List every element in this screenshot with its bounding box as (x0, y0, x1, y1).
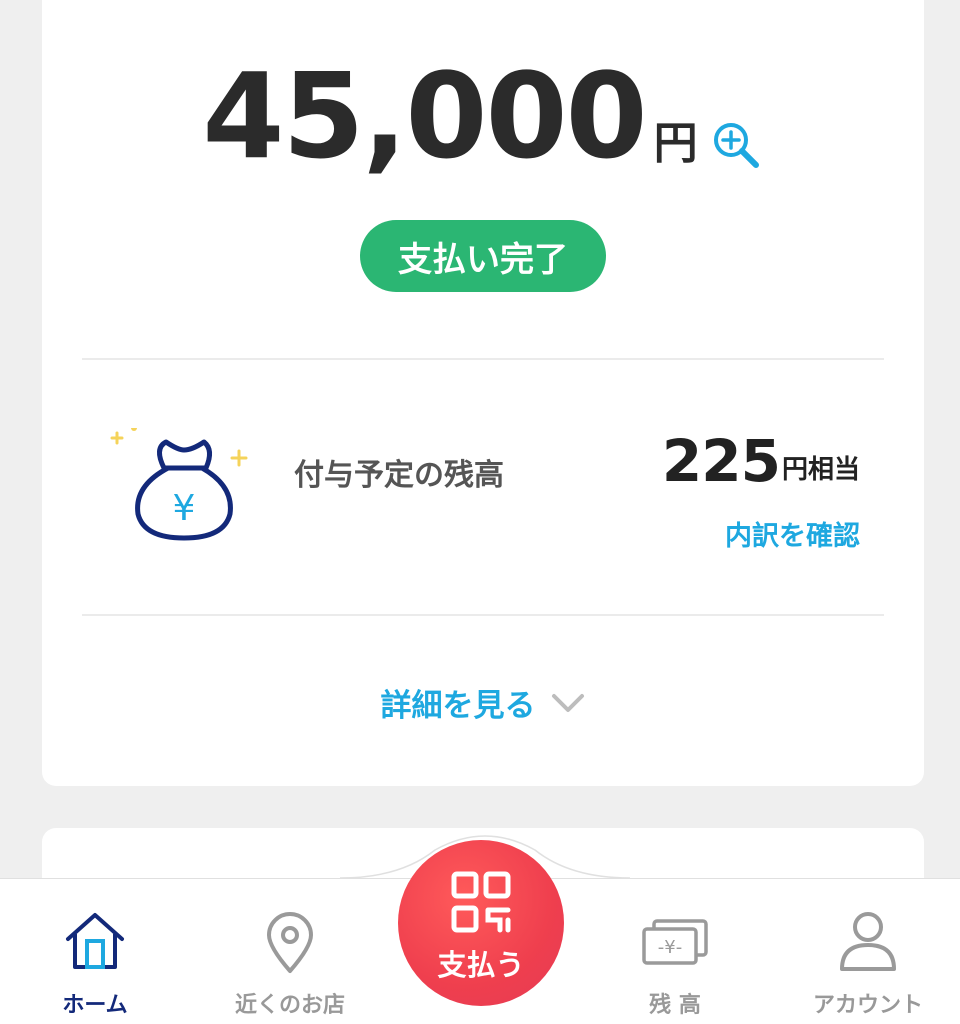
divider (82, 614, 884, 616)
svg-text:-¥-: -¥- (658, 937, 682, 958)
amount-row: 45,000 円 (42, 57, 924, 175)
qr-code-icon (451, 871, 511, 933)
points-value: 225 (661, 427, 781, 495)
user-icon (840, 912, 896, 971)
breakdown-link[interactable]: 内訳を確認 (725, 514, 860, 553)
points-label: 付与予定の残高 (294, 458, 504, 493)
pay-button[interactable]: 支払う (398, 840, 564, 1006)
details-label: 詳細を見る (380, 688, 536, 724)
money-bag-icon: ¥ (110, 428, 248, 541)
payment-complete-screen: 45,000 円 支払い完了 ¥ 付与予定の残高 225 円相当 内訳を確認 詳… (0, 0, 960, 1024)
nav-home[interactable]: ホーム (5, 879, 185, 1024)
chevron-down-icon (551, 693, 584, 712)
svg-text:¥: ¥ (173, 488, 196, 529)
pay-label: 支払う (437, 948, 525, 982)
payment-summary-card: 45,000 円 支払い完了 ¥ 付与予定の残高 225 円相当 内訳を確認 詳… (42, 0, 924, 786)
nav-account[interactable]: アカウント (778, 879, 958, 1024)
banknote-icon: -¥- (642, 919, 708, 965)
nav-stores-label: 近くのお店 (234, 993, 345, 1018)
divider (82, 358, 884, 360)
nav-account-label: アカウント (812, 993, 923, 1018)
points-suffix: 円相当 (781, 455, 860, 485)
location-pin-icon (267, 912, 313, 973)
details-toggle-button[interactable]: 詳細を見る (42, 680, 924, 725)
payment-amount: 45,000 (202, 47, 647, 185)
currency-unit: 円 (653, 118, 698, 169)
zoom-in-icon[interactable] (708, 117, 764, 173)
home-icon (66, 913, 124, 969)
points-value-row: 225 円相当 (662, 432, 860, 490)
nav-nearby-stores[interactable]: 近くのお店 (200, 879, 380, 1024)
status-badge: 支払い完了 (360, 220, 606, 292)
nav-balance[interactable]: -¥- 残 高 (585, 879, 765, 1024)
nav-home-label: ホーム (62, 993, 128, 1018)
nav-balance-label: 残 高 (649, 993, 701, 1018)
